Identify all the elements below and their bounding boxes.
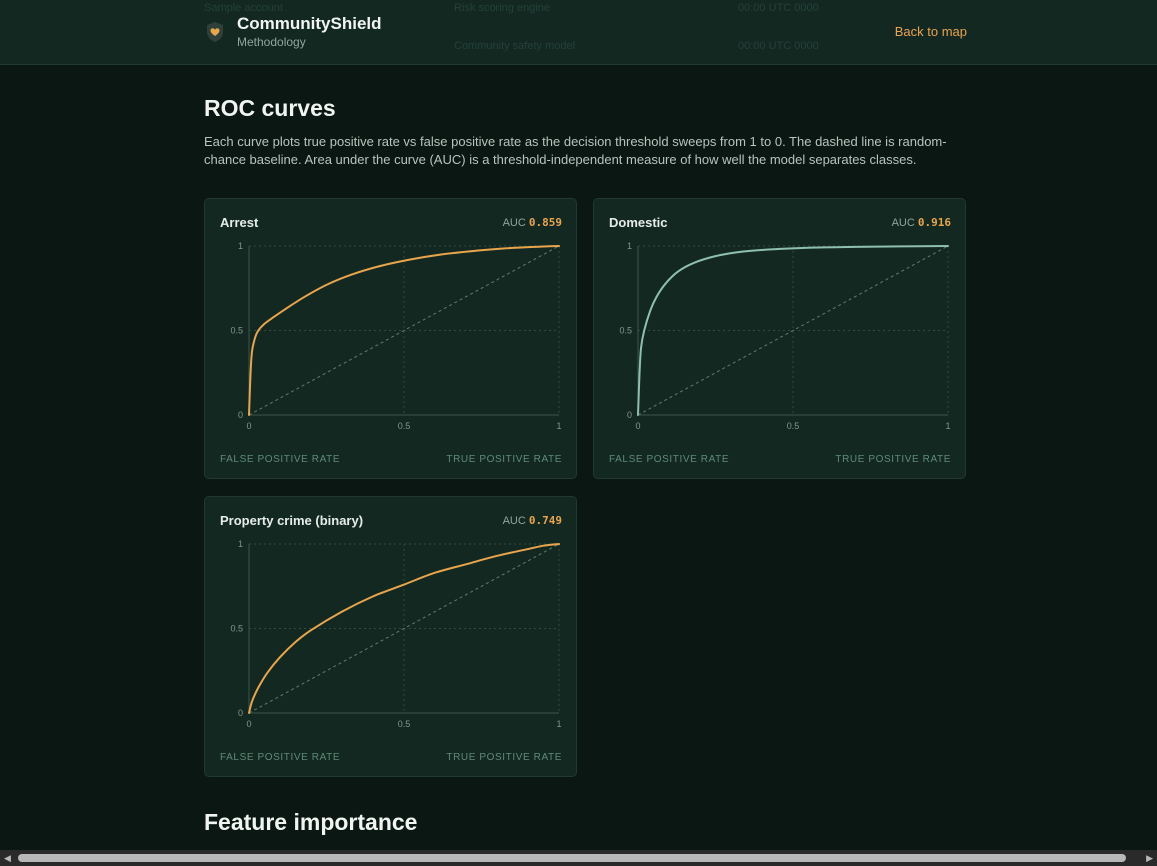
section-title-roc: ROC curves [204, 95, 336, 121]
y-tick-label: 0 [627, 410, 632, 420]
y-tick-label: 0.5 [230, 326, 243, 336]
x-tick-label: 0 [246, 421, 251, 431]
x-tick-label: 0.5 [398, 421, 411, 431]
y-axis-label: TRUE POSITIVE RATE [446, 752, 562, 763]
y-tick-label: 1 [627, 241, 632, 251]
brand-title: CommunityShield [237, 14, 382, 33]
section-description: Each curve plots true positive rate vs f… [204, 134, 947, 167]
ghost-text: 00:00 UTC 0000 [738, 40, 819, 52]
x-tick-label: 1 [556, 719, 561, 729]
roc-card-domestic: Domestic AUC 0.916 0 0.5 1 0 0.5 1 FALSE POSI… [593, 198, 966, 479]
roc-card-property-crime: Property crime (binary) AUC 0.749 0 0.5 1 0… [204, 496, 577, 777]
brand[interactable]: CommunityShield Methodology [204, 14, 382, 49]
scroll-left-icon[interactable]: ◀ [4, 853, 11, 864]
roc-card-arrest: Arrest AUC 0.859 0 0.5 1 0 0.5 1 FALSE POSITI… [204, 198, 577, 479]
y-tick-label: 1 [238, 241, 243, 251]
y-tick-label: 0 [238, 708, 243, 718]
x-axis-label: FALSE POSITIVE RATE [220, 454, 341, 465]
x-axis-label: FALSE POSITIVE RATE [220, 752, 341, 763]
ghost-text: Community safety model [454, 40, 576, 52]
ghost-text: 00:00 UTC 0000 [738, 2, 819, 14]
card-title: Domestic [609, 215, 668, 230]
auc-value: 0.749 [528, 514, 562, 527]
x-tick-label: 0 [635, 421, 640, 431]
auc-value: 0.859 [528, 216, 562, 229]
section-title-feature-importance: Feature importance [204, 809, 418, 835]
card-title: Arrest [220, 215, 259, 230]
auc-readout: AUC 0.749 [503, 514, 562, 527]
y-tick-label: 0.5 [230, 624, 243, 634]
x-tick-label: 0.5 [398, 719, 411, 729]
auc-label: AUC [502, 515, 526, 527]
auc-readout: AUC 0.859 [503, 216, 562, 229]
y-axis-label: TRUE POSITIVE RATE [446, 454, 562, 465]
x-tick-label: 1 [945, 421, 950, 431]
x-tick-label: 0.5 [787, 421, 800, 431]
roc-chart-arrest: 0 0.5 1 0 0.5 1 [230, 241, 561, 431]
ghost-text: Risk scoring engine [454, 2, 550, 14]
auc-label: AUC [502, 217, 526, 229]
auc-label: AUC [891, 217, 915, 229]
scroll-thumb[interactable] [18, 854, 1126, 862]
y-tick-label: 0 [238, 410, 243, 420]
horizontal-scrollbar[interactable]: ◀ ▶ [0, 850, 1157, 866]
y-tick-label: 0.5 [619, 326, 632, 336]
x-tick-label: 0 [246, 719, 251, 729]
shield-heart-icon [207, 21, 223, 42]
x-axis-label: FALSE POSITIVE RATE [609, 454, 730, 465]
ghost-text: Sample account [204, 2, 283, 14]
x-tick-label: 1 [556, 421, 561, 431]
y-axis-label: TRUE POSITIVE RATE [835, 454, 951, 465]
roc-chart-domestic: 0 0.5 1 0 0.5 1 [619, 241, 950, 431]
back-to-map-link[interactable]: Back to map [895, 24, 967, 39]
auc-readout: AUC 0.916 [892, 216, 951, 229]
y-tick-label: 1 [238, 539, 243, 549]
auc-value: 0.916 [917, 216, 951, 229]
roc-chart-property-crime: 0 0.5 1 0 0.5 1 [230, 539, 561, 729]
app-header: Sample account Risk scoring engine 00:00… [0, 0, 1157, 65]
card-title: Property crime (binary) [220, 513, 364, 528]
brand-subtitle: Methodology [237, 35, 306, 49]
scroll-right-icon[interactable]: ▶ [1146, 853, 1153, 864]
